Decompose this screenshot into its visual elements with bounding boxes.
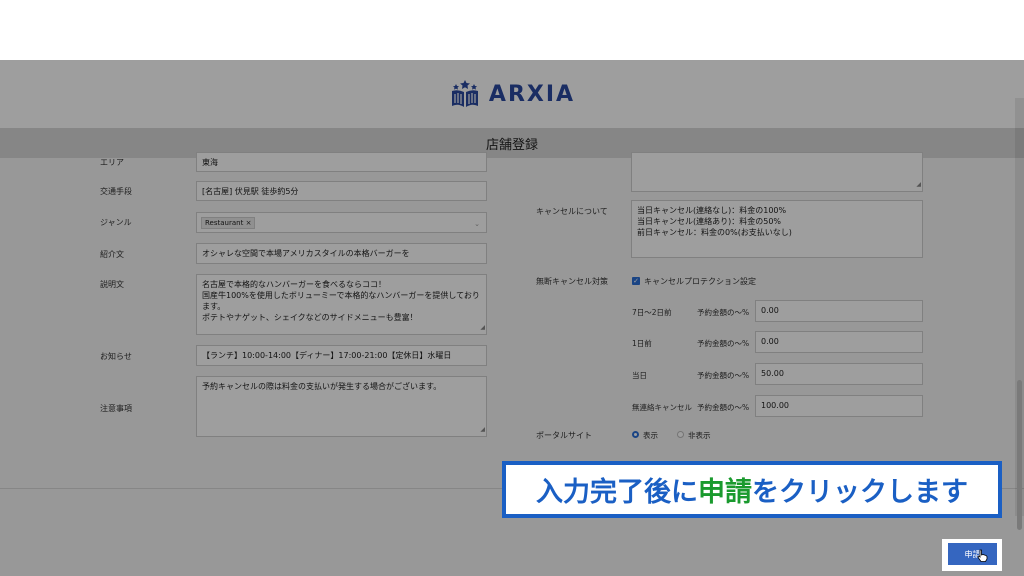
callout-text-before: 入力完了後に (536, 477, 698, 508)
submit-button[interactable]: 申請 (948, 543, 997, 565)
top-margin (0, 0, 1024, 60)
callout-text: 入力完了後に申請をクリックします (536, 470, 968, 509)
callout-text-after: をクリックします (752, 477, 968, 508)
hand-cursor-icon (977, 549, 988, 562)
scrollbar-thumb[interactable] (1017, 380, 1022, 530)
callout-panel: 入力完了後に申請をクリックします (506, 465, 998, 514)
instruction-callout: 入力完了後に申請をクリックします (502, 461, 1002, 518)
callout-highlight: 申請 (698, 477, 752, 508)
